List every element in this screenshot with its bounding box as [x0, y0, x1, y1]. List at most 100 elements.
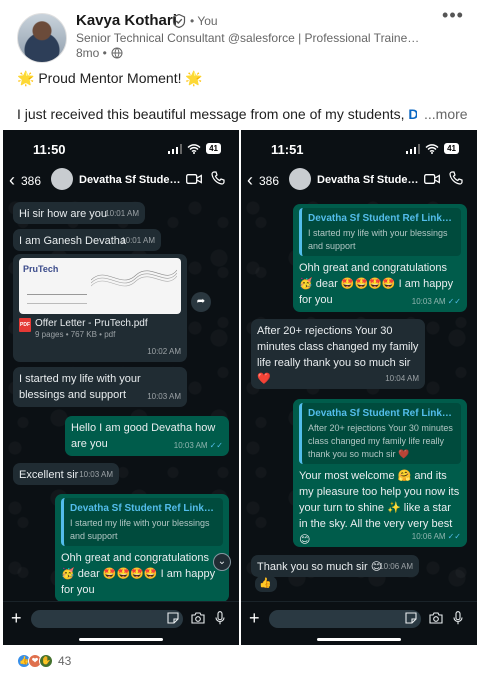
unread-count[interactable]: 386 [259, 174, 279, 188]
chat-header: ‹ 386 Devatha Sf Student Ref Linkdin [3, 166, 239, 196]
read-ticks-icon: ✓✓ [447, 297, 461, 306]
reaction-badge[interactable]: 👍 [255, 576, 277, 592]
back-chevron-icon[interactable]: ‹ [247, 170, 253, 191]
home-indicator [79, 638, 163, 641]
document-preview[interactable]: PruTech [19, 258, 181, 314]
message-text: I started my life with your blessings an… [19, 373, 141, 401]
camera-icon[interactable] [191, 612, 205, 624]
signal-icon [168, 143, 183, 154]
message-text: I am Ganesh Devatha [19, 235, 127, 247]
signal-icon [406, 143, 421, 154]
contact-avatar[interactable] [289, 168, 311, 190]
message-bubble[interactable]: I started my life with your blessings an… [13, 367, 187, 407]
battery-indicator: 41 [206, 143, 221, 154]
message-bubble[interactable]: Hi sir how are you 10:01 AM [13, 202, 145, 224]
globe-icon [111, 47, 123, 59]
message-input-bar: + [241, 601, 477, 645]
camera-icon[interactable] [429, 612, 443, 624]
message-time: 10:03 AM [147, 392, 181, 401]
quoted-message[interactable]: Devatha Sf Student Ref Linkdin Po... I s… [299, 208, 461, 256]
read-ticks-icon: ✓✓ [209, 441, 223, 450]
see-more-link[interactable]: ...more [422, 106, 468, 122]
post-time-row: 8mo • [76, 46, 123, 60]
right-screenshot: 11:51 41 ‹ 386 Devatha Sf Student Ref Li… [241, 130, 477, 645]
author-avatar[interactable] [17, 13, 67, 63]
author-name[interactable]: Kavya Kothari [76, 12, 177, 29]
plus-icon[interactable]: + [11, 608, 22, 629]
message-bubble[interactable]: Hello I am good Devatha how are you 10:0… [65, 416, 229, 456]
post-text-line1: 🌟 Proud Mentor Moment! 🌟 [17, 70, 203, 86]
quoted-sender: Devatha Sf Student Ref Linkdin Po... [308, 213, 455, 224]
message-time: 10:06 AM [379, 562, 413, 571]
message-bubble[interactable]: After 20+ rejections Your 30 minutes cla… [251, 319, 425, 389]
chat-header: ‹ 386 Devatha Sf Student Ref Linkdin [241, 166, 477, 196]
message-bubble[interactable]: Excellent sir 10:03 AM [13, 463, 119, 485]
thumbs-up-icon: 👍 [259, 578, 272, 589]
mic-icon[interactable] [215, 611, 225, 625]
wave-graphic [91, 269, 177, 287]
reply-message[interactable]: Devatha Sf Student Ref Linkdin Po... I s… [293, 204, 467, 312]
read-ticks-icon: ✓✓ [447, 532, 461, 541]
reactions-summary[interactable]: 👍 ❤ ✋ 43 [17, 654, 71, 668]
reply-message[interactable]: Devatha Sf Student Ref Linkdin Po... I s… [55, 494, 229, 602]
status-bar: 11:50 41 [3, 130, 239, 166]
document-lines [27, 294, 87, 304]
battery-indicator: 41 [444, 143, 459, 154]
message-time: 10:03 AM ✓✓ [411, 297, 461, 306]
message-time: 10:01 AM [121, 236, 155, 245]
wifi-icon [425, 143, 439, 154]
scroll-down-icon[interactable]: ⌄ [213, 553, 231, 571]
message-text: Hi sir how are you [19, 208, 108, 220]
status-bar: 11:51 41 [241, 130, 477, 166]
document-meta: PDF Offer Letter - PruTech.pdf 9 pages •… [19, 318, 181, 340]
post-text-prefix: I just received this beautiful message f… [17, 106, 409, 122]
message-time: 10:03 AM ✓✓ [173, 441, 223, 450]
post-image[interactable]: 11:50 41 ‹ 386 Devatha Sf Student Ref Li… [0, 130, 481, 645]
message-bubble[interactable]: Thank you so much sir 😊 10:06 AM [251, 555, 419, 577]
pdf-icon: PDF [19, 318, 31, 332]
forward-icon[interactable]: ➦ [191, 292, 211, 312]
message-time: 10:03 AM [79, 470, 113, 479]
contact-name[interactable]: Devatha Sf Student Ref Linkdin [79, 174, 181, 186]
post-time: 8mo • [76, 46, 107, 60]
reply-message[interactable]: Devatha Sf Student Ref Linkdin Po... Aft… [293, 399, 467, 547]
message-input[interactable] [31, 610, 183, 628]
author-headline: Senior Technical Consultant @salesforce … [76, 31, 421, 45]
quoted-sender: Devatha Sf Student Ref Linkdin Po... [308, 408, 455, 419]
post-text-line2: I just received this beautiful message f… [17, 106, 417, 122]
video-call-icon[interactable] [186, 172, 202, 186]
sticker-icon[interactable] [167, 612, 179, 624]
mention-link[interactable]: Devatha [408, 106, 417, 122]
message-time: 10:01 AM [105, 209, 139, 218]
message-input[interactable] [269, 610, 421, 628]
status-clock: 11:50 [33, 142, 66, 157]
unread-count[interactable]: 386 [21, 174, 41, 188]
document-message[interactable]: PruTech PDF Offer Letter - PruTech.pdf 9… [13, 254, 187, 362]
post-options-button[interactable]: ••• [441, 6, 465, 28]
quoted-text: After 20+ rejections Your 30 minutes cla… [308, 423, 453, 459]
contact-avatar[interactable] [51, 168, 73, 190]
document-name: Offer Letter - PruTech.pdf [35, 318, 148, 329]
mic-icon[interactable] [453, 611, 463, 625]
verified-icon [172, 14, 186, 28]
wifi-icon [187, 143, 201, 154]
quoted-message[interactable]: Devatha Sf Student Ref Linkdin Po... Aft… [299, 403, 461, 464]
plus-icon[interactable]: + [249, 608, 260, 629]
message-text: Excellent sir [19, 469, 79, 481]
phone-call-icon[interactable] [211, 171, 225, 185]
message-text: Thank you so much sir 😊 [257, 561, 383, 573]
home-indicator [317, 638, 401, 641]
sticker-icon[interactable] [405, 612, 417, 624]
reaction-count[interactable]: 43 [58, 654, 71, 668]
message-bubble[interactable]: I am Ganesh Devatha 10:01 AM [13, 229, 161, 251]
quoted-message[interactable]: Devatha Sf Student Ref Linkdin Po... I s… [61, 498, 223, 546]
message-time: 10:02 AM [147, 347, 181, 356]
message-time: 10:06 AM ✓✓ [411, 532, 461, 541]
quoted-text: I started my life with your blessings an… [70, 518, 210, 541]
video-call-icon[interactable] [424, 172, 440, 186]
phone-call-icon[interactable] [449, 171, 463, 185]
quoted-text: I started my life with your blessings an… [308, 228, 448, 251]
contact-name[interactable]: Devatha Sf Student Ref Linkdin [317, 174, 419, 186]
status-clock: 11:51 [271, 142, 304, 157]
back-chevron-icon[interactable]: ‹ [9, 170, 15, 191]
